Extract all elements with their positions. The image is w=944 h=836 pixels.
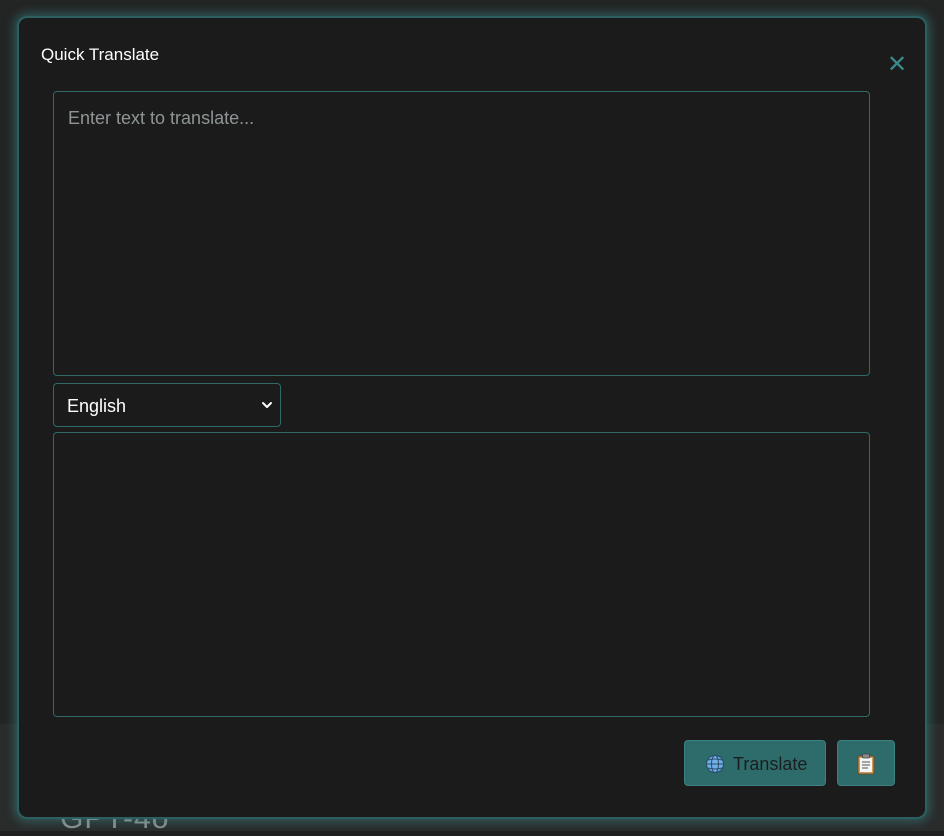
translate-button-label: Translate xyxy=(733,754,808,774)
quick-translate-dialog: Quick Translate ✕ English Translate xyxy=(17,16,927,819)
close-icon: ✕ xyxy=(886,50,908,78)
selected-language: English xyxy=(67,396,127,416)
globe-icon xyxy=(706,755,724,773)
source-text-input[interactable] xyxy=(53,91,870,376)
translate-button[interactable]: Translate xyxy=(684,740,826,786)
close-button[interactable]: ✕ xyxy=(885,52,909,76)
target-language-select[interactable]: English xyxy=(53,383,281,427)
clipboard-icon xyxy=(857,753,875,775)
chevron-down-icon xyxy=(262,402,272,408)
dialog-title: Quick Translate xyxy=(41,45,160,64)
translation-output[interactable] xyxy=(53,432,870,717)
copy-button[interactable] xyxy=(837,740,895,786)
